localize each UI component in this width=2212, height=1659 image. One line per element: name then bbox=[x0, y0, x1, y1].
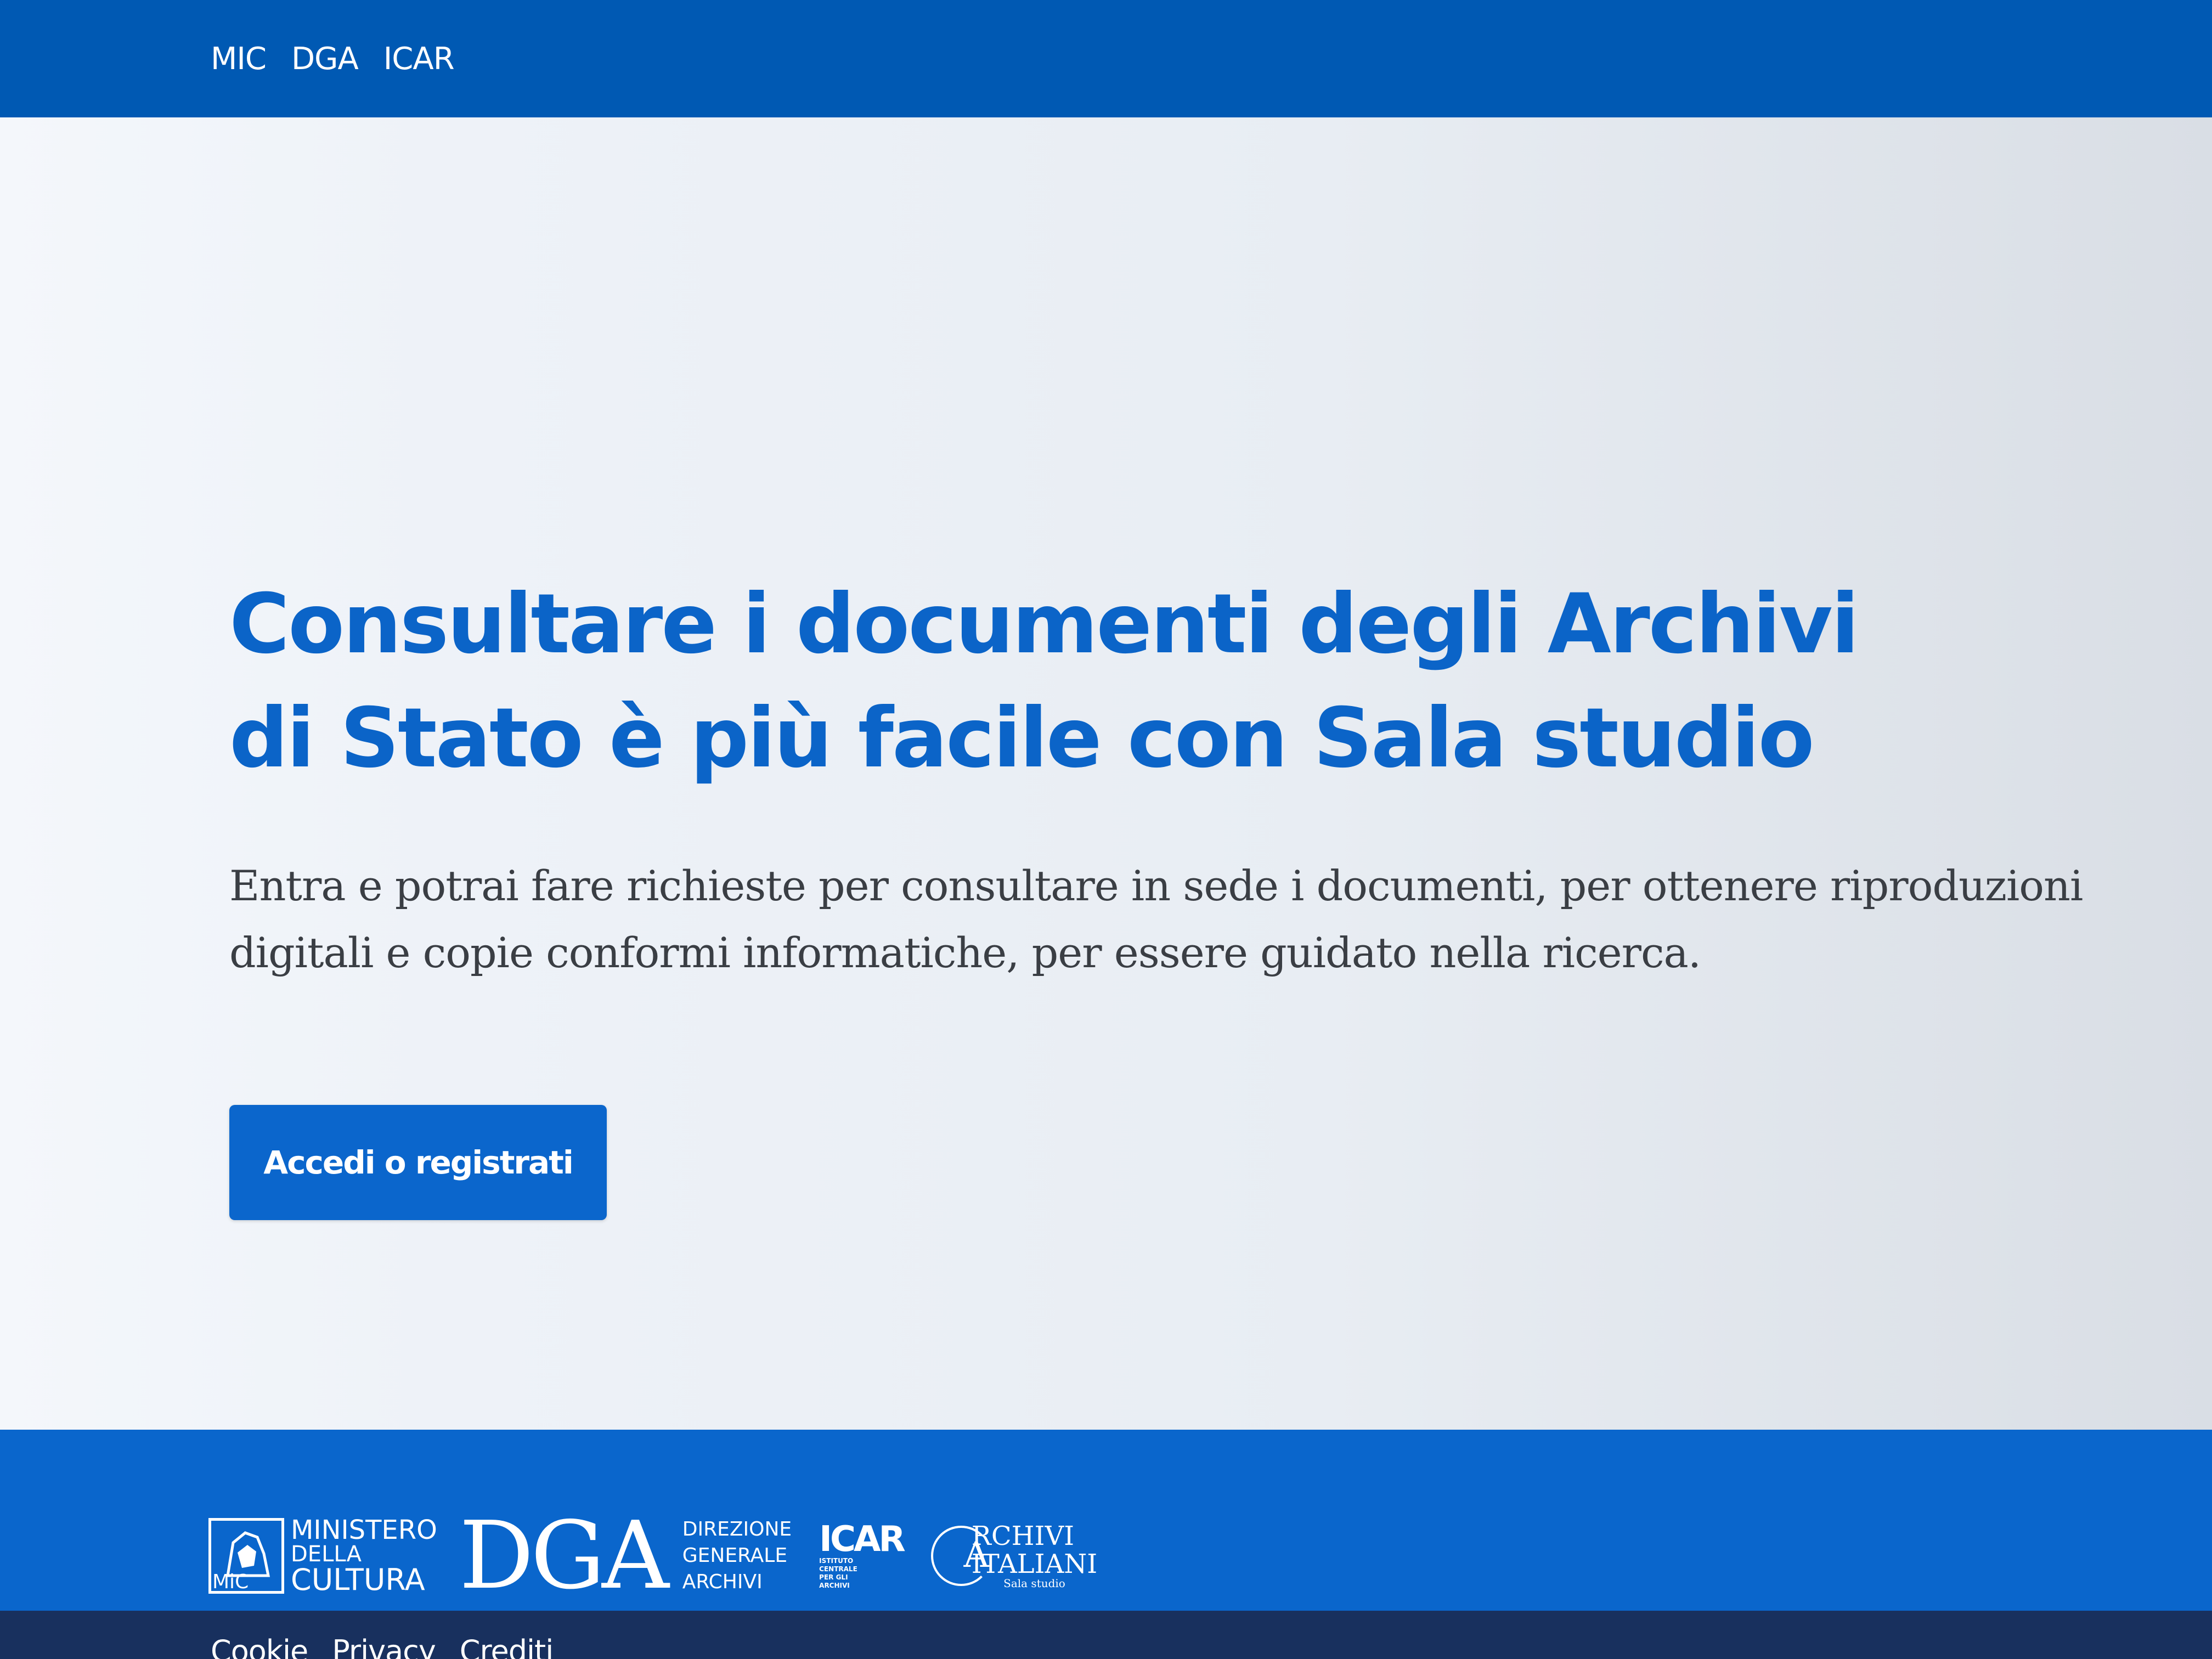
bottom-bar: Cookie Privacy Crediti bbox=[0, 1611, 2212, 1659]
nav-link-mic[interactable]: MIC bbox=[211, 41, 267, 77]
bottom-nav: Cookie Privacy Crediti bbox=[211, 1634, 554, 1659]
dga-logo-mark[interactable]: DGA bbox=[459, 1509, 669, 1602]
icar-line-1: ISTITUTO bbox=[819, 1557, 854, 1565]
mic-logo-text: MINISTERO DELLA CULTURA bbox=[291, 1517, 437, 1595]
mic-line-3: CULTURA bbox=[291, 1562, 425, 1597]
mic-line-2: DELLA bbox=[291, 1542, 362, 1567]
footer: MiC MINISTERO DELLA CULTURA DGA DIREZION… bbox=[0, 1430, 2212, 1611]
mic-emblem-icon: MiC bbox=[208, 1518, 284, 1594]
icar-logo[interactable]: ICAR ISTITUTO CENTRALE PER GLI ARCHIVI bbox=[819, 1519, 906, 1590]
hero-description: Entra e potrai fare richieste per consul… bbox=[229, 861, 2083, 977]
top-nav: MIC DGA ICAR bbox=[211, 0, 455, 117]
icar-line-4: ARCHIVI bbox=[819, 1582, 850, 1589]
dga-logo-text: DIREZIONE GENERALE ARCHIVI bbox=[682, 1516, 792, 1595]
nav-link-dga[interactable]: DGA bbox=[291, 41, 359, 77]
login-register-button[interactable]: Accedi o registrati bbox=[229, 1105, 607, 1220]
archivi-line-2: ITALIANI bbox=[971, 1548, 1098, 1579]
icar-line-2: CENTRALE bbox=[819, 1565, 857, 1573]
mic-line-1: MINISTERO bbox=[291, 1515, 437, 1545]
archivi-italiani-logo[interactable]: A RCHIVI ITALIANI Sala studio bbox=[930, 1522, 1097, 1589]
dga-line-1: DIREZIONE bbox=[682, 1518, 792, 1541]
credits-link[interactable]: Crediti bbox=[460, 1634, 554, 1659]
hero-title: Consultare i documenti degli Archivi di … bbox=[229, 577, 1859, 786]
icar-logo-mark: ICAR bbox=[819, 1519, 906, 1560]
hero-section: Consultare i documenti degli Archivi di … bbox=[0, 117, 2212, 1430]
dga-line-2: GENERALE bbox=[682, 1544, 788, 1567]
dga-line-3: ARCHIVI bbox=[682, 1571, 763, 1593]
archivi-line-1: RCHIVI bbox=[971, 1521, 1075, 1552]
privacy-link[interactable]: Privacy bbox=[332, 1634, 436, 1659]
mic-logo[interactable]: MiC MINISTERO DELLA CULTURA bbox=[208, 1517, 437, 1595]
cookie-link[interactable]: Cookie bbox=[211, 1634, 308, 1659]
footer-logos: MiC MINISTERO DELLA CULTURA DGA DIREZION… bbox=[208, 1509, 1097, 1602]
icar-line-3: PER GLI bbox=[819, 1573, 848, 1581]
top-header: MIC DGA ICAR bbox=[0, 0, 2212, 117]
nav-link-icar[interactable]: ICAR bbox=[383, 41, 455, 77]
archivi-logo-text: RCHIVI ITALIANI Sala studio bbox=[972, 1522, 1097, 1589]
mic-mark-text: MiC bbox=[212, 1571, 249, 1593]
archivi-line-3: Sala studio bbox=[1003, 1576, 1065, 1590]
